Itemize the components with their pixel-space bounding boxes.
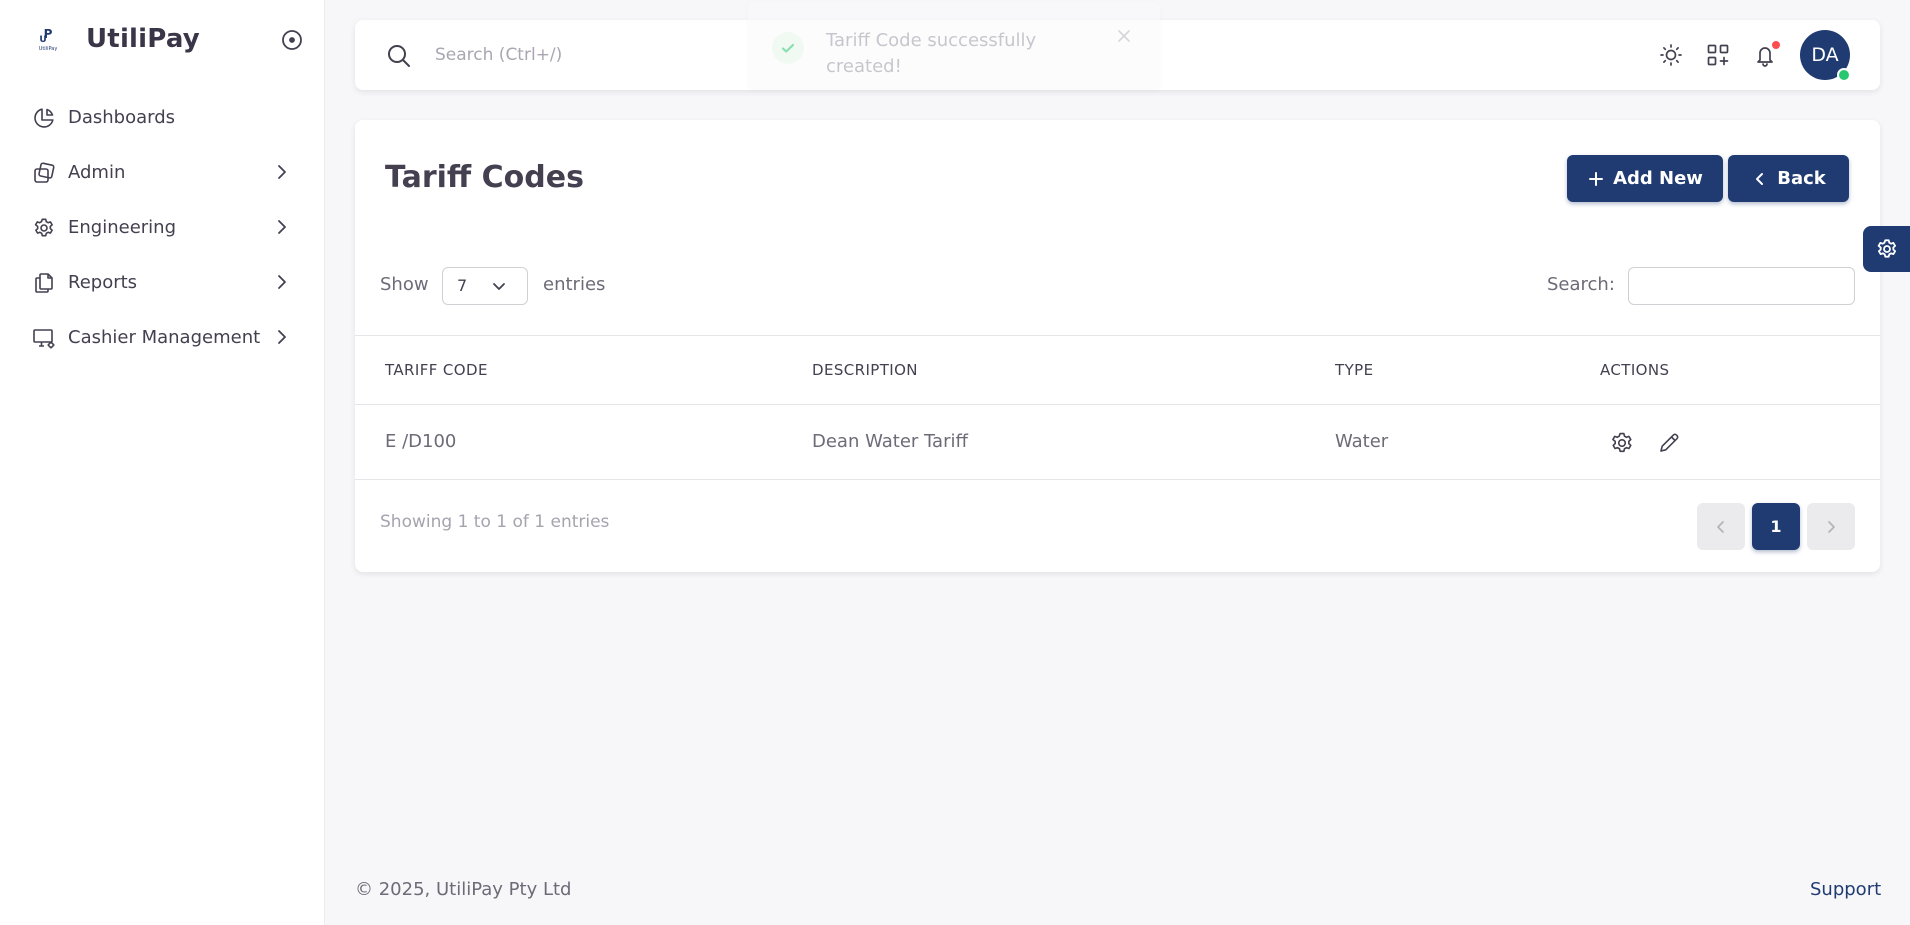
show-label: Show xyxy=(380,274,429,295)
sidebar-item-cashier-management[interactable]: Cashier Management xyxy=(0,310,325,365)
search-icon[interactable] xyxy=(385,42,413,70)
table-info: Showing 1 to 1 of 1 entries xyxy=(380,512,610,532)
footer-copyright: © 2025, UtiliPay Pty Ltd xyxy=(355,879,572,900)
copy-stack-icon xyxy=(32,161,56,185)
table-search-label: Search: xyxy=(1547,274,1615,295)
sidebar-item-reports[interactable]: Reports xyxy=(0,255,325,310)
brand-logo: P U UtiliPay xyxy=(34,24,62,54)
sidebar-item-label: Dashboards xyxy=(68,107,176,128)
tariff-codes-table: TARIFF CODE DESCRIPTION TYPE ACTIONS E /… xyxy=(355,335,1880,480)
sidebar-item-label: Reports xyxy=(68,272,138,293)
pagination-page-1[interactable]: 1 xyxy=(1752,503,1800,550)
add-new-label: Add New xyxy=(1613,168,1703,189)
sidebar-item-admin[interactable]: Admin xyxy=(0,145,325,200)
edit-pencil-icon[interactable] xyxy=(1656,430,1682,456)
files-icon xyxy=(32,271,56,295)
chevron-right-icon xyxy=(272,215,292,239)
brand-name: UtiliPay xyxy=(86,24,200,54)
back-label: Back xyxy=(1777,168,1826,189)
table-search-input[interactable] xyxy=(1628,267,1855,305)
chevron-right-icon xyxy=(272,270,292,294)
sidebar-pin-toggle-icon[interactable] xyxy=(280,28,304,52)
sidebar-item-label: Engineering xyxy=(68,217,176,238)
chevron-left-icon xyxy=(1713,519,1729,535)
close-icon[interactable] xyxy=(1114,26,1134,46)
column-header-type[interactable]: TYPE xyxy=(1335,361,1373,379)
svg-text:U: U xyxy=(39,35,46,45)
cell-description: Dean Water Tariff xyxy=(812,431,968,452)
sidebar-item-label: Cashier Management xyxy=(68,327,261,348)
entries-per-page-select[interactable]: 7 xyxy=(442,267,528,305)
chevron-down-icon xyxy=(489,276,509,296)
tariff-codes-card: Tariff Codes Add New Back Show 7 entries… xyxy=(355,120,1880,572)
sun-icon[interactable] xyxy=(1658,42,1684,68)
column-header-actions: ACTIONS xyxy=(1600,361,1670,379)
entries-select-value: 7 xyxy=(457,276,468,295)
svg-text:UtiliPay: UtiliPay xyxy=(39,46,58,52)
notification-dot xyxy=(1772,41,1780,49)
pagination-next[interactable] xyxy=(1807,503,1855,550)
footer-support-link[interactable]: Support xyxy=(1810,879,1881,900)
check-icon xyxy=(772,32,804,64)
gear-icon xyxy=(32,216,56,240)
chevron-right-icon xyxy=(272,325,292,349)
sidebar-menu: Dashboards Admin Engineering Reports Cas… xyxy=(0,90,325,365)
chevron-right-icon xyxy=(1823,519,1839,535)
add-new-button[interactable]: Add New xyxy=(1567,155,1723,202)
pagination-previous[interactable] xyxy=(1697,503,1745,550)
cell-tariff-code: E /D100 xyxy=(385,431,457,452)
chart-pie-icon xyxy=(32,106,56,130)
column-header-tariff-code[interactable]: TARIFF CODE xyxy=(385,361,488,379)
online-status-indicator xyxy=(1837,68,1851,82)
cell-type: Water xyxy=(1335,431,1389,452)
entries-label: entries xyxy=(543,274,606,295)
plus-icon xyxy=(1587,170,1605,188)
table-row: E /D100 Dean Water Tariff Water xyxy=(355,405,1880,480)
chevron-right-icon xyxy=(272,160,292,184)
sidebar-item-dashboards[interactable]: Dashboards xyxy=(0,90,325,145)
page-title: Tariff Codes xyxy=(385,160,584,195)
apps-grid-plus-icon[interactable] xyxy=(1705,42,1731,68)
success-toast: Tariff Code successfully created! xyxy=(748,2,1160,90)
sidebar-item-label: Admin xyxy=(68,162,126,183)
gear-icon xyxy=(1875,237,1899,261)
sidebar-item-engineering[interactable]: Engineering xyxy=(0,200,325,255)
chevron-left-icon xyxy=(1751,170,1769,188)
toast-message: Tariff Code successfully created! xyxy=(826,30,1037,77)
back-button[interactable]: Back xyxy=(1728,155,1849,202)
column-header-description[interactable]: DESCRIPTION xyxy=(812,361,918,379)
settings-gear-icon[interactable] xyxy=(1609,430,1635,456)
theme-customizer-button[interactable] xyxy=(1863,226,1910,272)
device-desktop-cog-icon xyxy=(32,326,56,350)
table-header: TARIFF CODE DESCRIPTION TYPE ACTIONS xyxy=(355,335,1880,405)
sidebar: P U UtiliPay UtiliPay Dashboards Admin E… xyxy=(0,0,325,925)
brand[interactable]: P U UtiliPay UtiliPay xyxy=(34,24,200,54)
